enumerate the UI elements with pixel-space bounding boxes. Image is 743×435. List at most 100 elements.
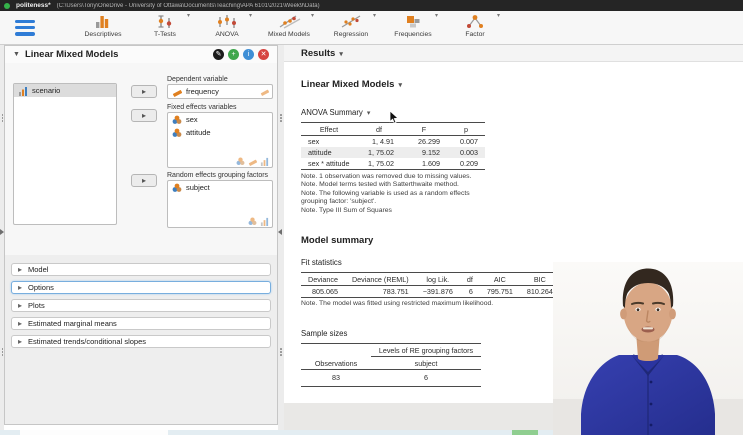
toolbar-label: Frequencies bbox=[394, 30, 432, 38]
nominal-icon bbox=[172, 128, 182, 137]
document-path: (C:\Users\Tony\OneDrive - University of … bbox=[56, 2, 320, 9]
random-effects-label: Random effects grouping factors bbox=[167, 172, 269, 179]
close-analysis-button[interactable]: ✕ bbox=[258, 49, 269, 60]
results-header: Results bbox=[284, 45, 743, 62]
column-header: log Lik. bbox=[415, 272, 460, 287]
mixed-models-button[interactable]: Mixed Models bbox=[260, 12, 318, 44]
cell: 1, 75.02 bbox=[357, 147, 401, 158]
anova-summary-title[interactable]: ANOVA Summary bbox=[301, 108, 723, 117]
t-tests-button[interactable]: T-Tests bbox=[136, 12, 194, 44]
section-label: Model bbox=[28, 265, 49, 274]
toolbar-label: ANOVA bbox=[215, 30, 239, 38]
collapse-panel-arrow-icon[interactable] bbox=[278, 229, 282, 235]
section-estimated-trends[interactable]: Estimated trends/conditional slopes bbox=[11, 335, 271, 348]
random-effects-box[interactable]: subject bbox=[167, 180, 273, 228]
edit-title-button[interactable]: ✎ bbox=[213, 49, 224, 60]
hamburger-menu-button[interactable] bbox=[12, 18, 38, 38]
cell: 0.007 bbox=[460, 137, 478, 146]
toolbar-label: Regression bbox=[333, 30, 369, 38]
grip-dots-icon bbox=[280, 348, 282, 350]
title-bar: politeness* (C:\Users\Tony\OneDrive - Un… bbox=[0, 0, 743, 11]
descriptives-button[interactable]: Descriptives bbox=[74, 12, 132, 44]
column-header: df bbox=[357, 122, 401, 136]
column-header: AIC bbox=[479, 272, 520, 287]
anova-icon bbox=[218, 14, 236, 28]
document-title: politeness* bbox=[16, 2, 51, 9]
toolbar-label: Factor bbox=[465, 30, 485, 38]
column-header: F bbox=[401, 122, 447, 136]
cell: 6 bbox=[468, 287, 473, 297]
analysis-title: Linear Mixed Models bbox=[24, 49, 119, 60]
factor-button[interactable]: Factor bbox=[446, 12, 504, 44]
duplicate-analysis-button[interactable]: + bbox=[228, 49, 239, 60]
section-model[interactable]: Model bbox=[11, 263, 271, 276]
cell: sex bbox=[308, 137, 320, 146]
table-row: sex 1, 4.91 26.299 0.007 bbox=[301, 136, 485, 148]
assign-random-button[interactable] bbox=[131, 174, 157, 187]
frequencies-button[interactable]: Frequencies bbox=[384, 12, 442, 44]
assign-fixed-button[interactable] bbox=[131, 109, 157, 122]
cell: 1, 75.02 bbox=[368, 159, 394, 168]
variable-label: scenario bbox=[32, 86, 61, 95]
info-button[interactable]: i bbox=[243, 49, 254, 60]
options-sections: Model Options Plots Estimated marginal m… bbox=[5, 255, 277, 424]
toolbar-label: Descriptives bbox=[84, 30, 122, 38]
continuous-ruler-icon bbox=[260, 89, 269, 96]
results-analysis-title[interactable]: Linear Mixed Models bbox=[301, 79, 402, 90]
section-label: Estimated trends/conditional slopes bbox=[28, 337, 146, 346]
column-header: Deviance (REML) bbox=[344, 272, 416, 287]
section-plots[interactable]: Plots bbox=[11, 299, 271, 312]
cell: 1, 4.91 bbox=[372, 137, 394, 146]
variable-item-scenario[interactable]: scenario bbox=[14, 84, 116, 97]
table-row: attitude 1, 75.02 9.152 0.003 bbox=[301, 147, 485, 158]
cell: 83 bbox=[332, 373, 340, 383]
cell: 9.152 bbox=[401, 147, 447, 158]
cell: 805.065 bbox=[311, 287, 338, 297]
assign-dependent-button[interactable] bbox=[131, 85, 157, 98]
variable-assignment-area: scenario Dependent variable frequency bbox=[5, 63, 277, 255]
grip-dots-icon bbox=[1, 114, 3, 116]
grip-dots-icon bbox=[1, 348, 3, 350]
dependent-variable-box[interactable]: frequency bbox=[167, 84, 273, 99]
anova-button[interactable]: ANOVA bbox=[198, 12, 256, 44]
anova-summary-table: Effect df F p sex 1, 4.91 26.299 0.007 a… bbox=[301, 122, 485, 170]
continuous-bars-icon bbox=[260, 157, 269, 166]
grip-dots-icon bbox=[280, 114, 282, 116]
cell: 783.751 bbox=[382, 287, 409, 297]
table-row: sex * attitude 1, 75.02 1.609 0.209 bbox=[301, 158, 485, 170]
fixed-effects-box[interactable]: sex attitude bbox=[167, 112, 273, 168]
cell: sex * attitude bbox=[308, 159, 350, 168]
section-options[interactable]: Options bbox=[11, 281, 271, 294]
section-estimated-marginal-means[interactable]: Estimated marginal means bbox=[11, 317, 271, 330]
variable-item-attitude[interactable]: attitude bbox=[168, 126, 272, 139]
regression-button[interactable]: Regression bbox=[322, 12, 380, 44]
note-line: Note. Model terms tested with Satterthwa… bbox=[301, 181, 459, 189]
variable-item-sex[interactable]: sex bbox=[168, 113, 272, 126]
chevron-down-icon[interactable]: ▼ bbox=[13, 51, 20, 58]
column-header: Effect bbox=[301, 122, 357, 136]
span-header: Levels of RE grouping factors bbox=[371, 343, 481, 358]
available-variables-list[interactable]: scenario bbox=[13, 83, 117, 225]
variable-label: sex bbox=[186, 115, 198, 124]
analysis-toolbar: Descriptives T-Tests ▾ ANOVA ▾ Mixed Mod… bbox=[0, 11, 743, 45]
results-menu[interactable]: Results bbox=[301, 48, 343, 59]
cell: 0.209 bbox=[460, 159, 478, 168]
variable-label: attitude bbox=[186, 128, 211, 137]
continuous-ruler-icon bbox=[248, 159, 257, 166]
continuous-ruler-icon bbox=[172, 89, 182, 97]
continuous-bars-icon bbox=[19, 86, 27, 96]
mixed-models-icon bbox=[279, 14, 301, 29]
frequencies-icon bbox=[407, 15, 420, 27]
variable-item-frequency[interactable]: frequency bbox=[168, 85, 272, 98]
analysis-buttons: Descriptives T-Tests ▾ ANOVA ▾ Mixed Mod… bbox=[74, 12, 504, 44]
note-line: Note. Type III Sum of Squares bbox=[301, 206, 392, 214]
column-header: df bbox=[459, 272, 480, 287]
cell: attitude bbox=[301, 147, 357, 158]
regression-icon bbox=[341, 14, 361, 28]
variable-item-subject[interactable]: subject bbox=[168, 181, 272, 194]
column-header: p bbox=[447, 122, 485, 136]
fit-note: Note. The model was fitted using restric… bbox=[301, 300, 494, 308]
mouse-cursor-icon bbox=[389, 111, 399, 124]
sample-sizes-table: Levels of RE grouping factors Observatio… bbox=[301, 343, 481, 387]
column-header: Deviance bbox=[301, 272, 345, 287]
